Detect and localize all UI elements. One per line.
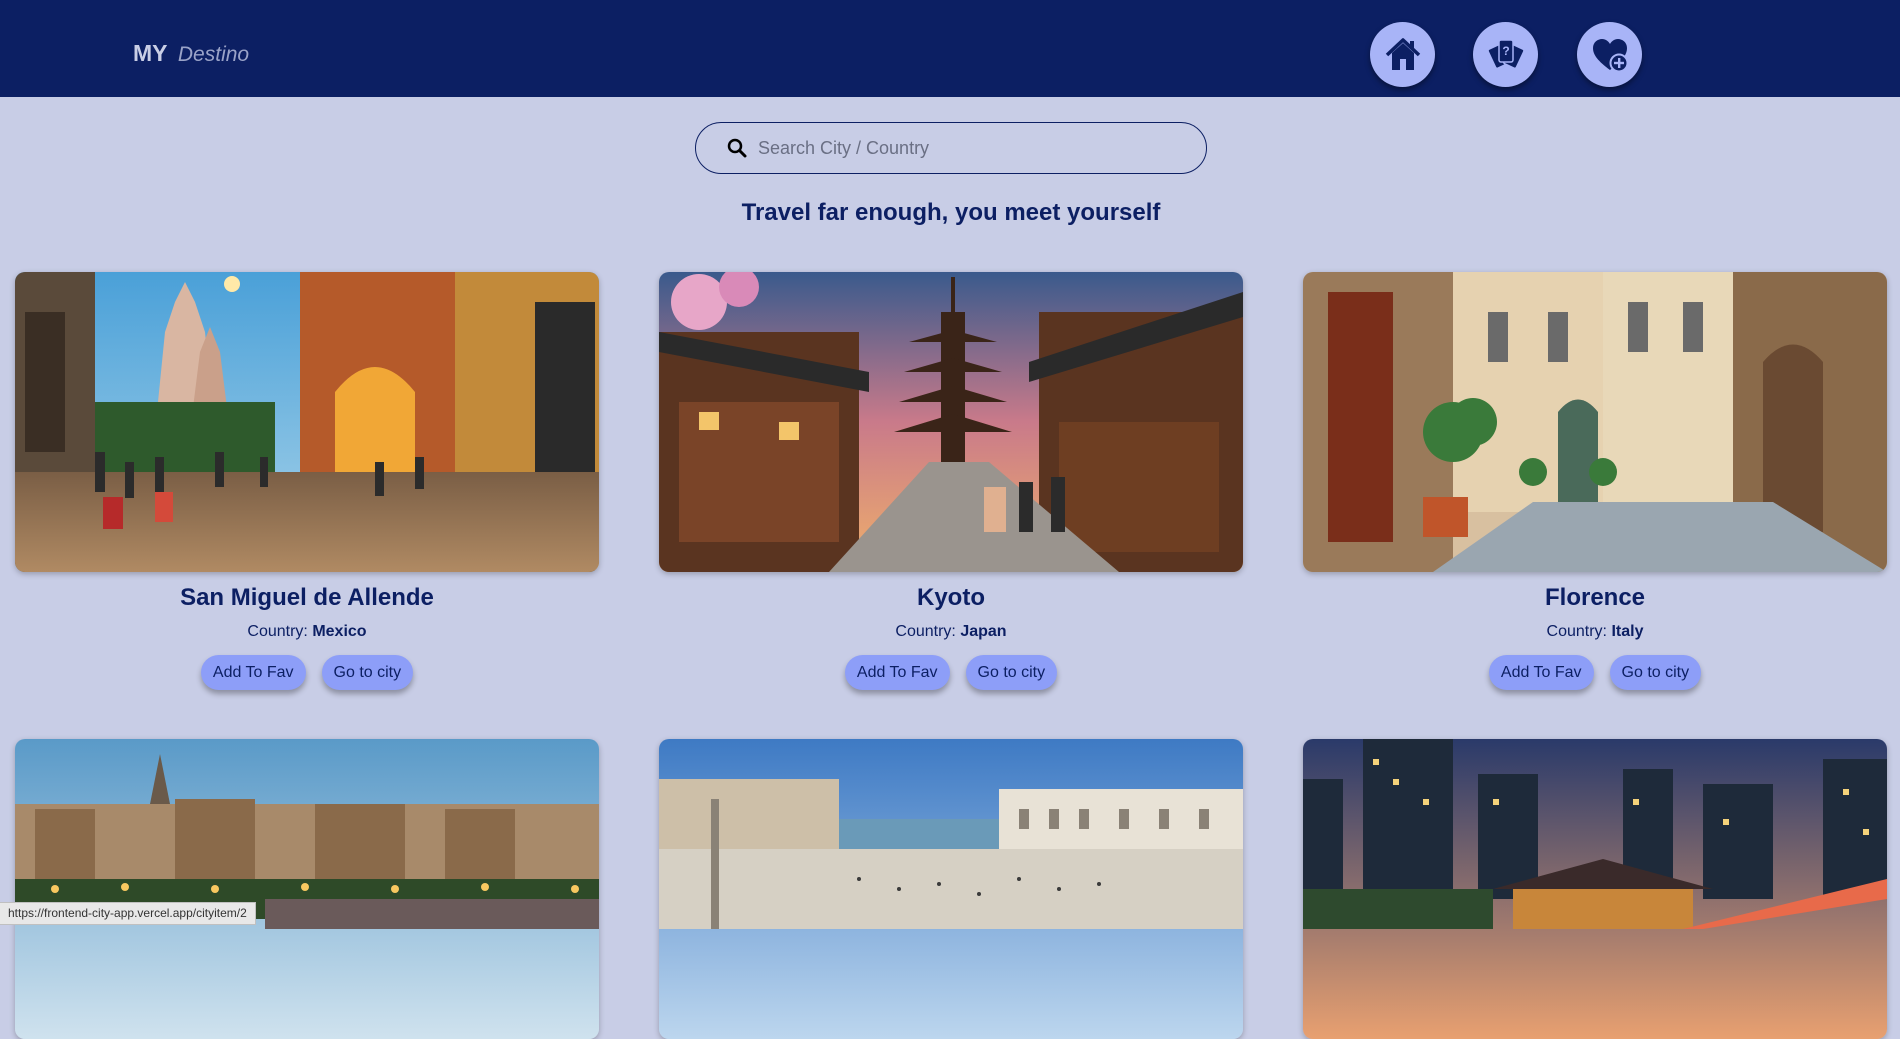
city-card: San Miguel de Allende Country: Mexico Ad… (15, 272, 599, 690)
brand-my: MY (133, 40, 168, 66)
search-icon (727, 138, 747, 158)
svg-text:?: ? (1502, 44, 1509, 58)
city-card (659, 739, 1243, 1039)
country-value: Mexico (312, 623, 367, 640)
city-name: San Miguel de Allende (180, 584, 434, 611)
search-input[interactable] (758, 137, 1158, 159)
go-to-city-button[interactable]: Go to city (1609, 655, 1702, 690)
home-icon (1385, 37, 1420, 70)
quiz-button[interactable]: ? (1473, 22, 1538, 87)
city-card: Kyoto Country: Japan Add To Fav Go to ci… (659, 272, 1243, 690)
country-label: Country: (247, 623, 308, 640)
city-image[interactable] (15, 739, 599, 1039)
city-country: Country: Mexico (15, 622, 599, 642)
city-name: Florence (1544, 584, 1646, 611)
city-country: Country: Italy (1303, 622, 1887, 642)
country-value: Italy (1611, 623, 1644, 640)
status-bar-url: https://frontend-city-app.vercel.app/cit… (0, 902, 256, 925)
country-label: Country: (895, 623, 956, 640)
city-card (1303, 739, 1887, 1039)
home-button[interactable] (1370, 22, 1435, 87)
city-image[interactable] (1303, 739, 1887, 1039)
city-image[interactable] (659, 272, 1243, 572)
go-to-city-button[interactable]: Go to city (321, 655, 414, 690)
city-card (15, 739, 599, 1039)
tagline: Travel far enough, you meet yourself (741, 199, 1161, 226)
cards-icon: ? (1486, 38, 1525, 69)
city-image[interactable] (1303, 272, 1887, 572)
brand-destino: Destino (177, 43, 250, 66)
country-label: Country: (1546, 623, 1607, 640)
add-to-fav-button[interactable]: Add To Fav (1488, 655, 1594, 690)
city-image[interactable] (15, 272, 599, 572)
favorites-button[interactable] (1577, 22, 1642, 87)
brand-logo[interactable]: MY Destino (133, 40, 249, 67)
navbar: MY Destino ? (0, 0, 1900, 97)
heart-plus-icon (1592, 38, 1628, 72)
city-name: Kyoto (917, 584, 985, 611)
city-image[interactable] (659, 739, 1243, 1039)
city-card: Florence Country: Italy Add To Fav Go to… (1303, 272, 1887, 690)
search-bar[interactable] (695, 122, 1207, 174)
go-to-city-button[interactable]: Go to city (965, 655, 1058, 690)
country-value: Japan (960, 623, 1007, 640)
add-to-fav-button[interactable]: Add To Fav (844, 655, 950, 690)
city-country: Country: Japan (659, 622, 1243, 642)
add-to-fav-button[interactable]: Add To Fav (200, 655, 306, 690)
